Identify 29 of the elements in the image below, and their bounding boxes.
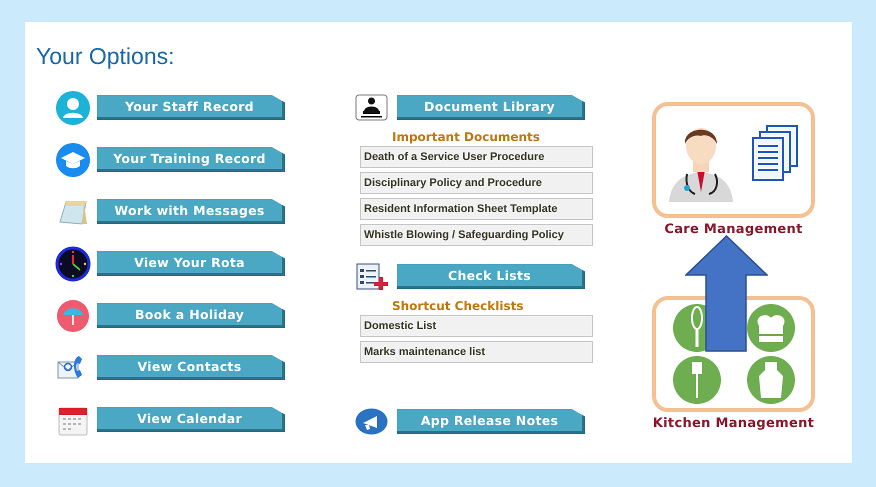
option-button[interactable]: Your Staff Record [97,95,285,120]
tile-label: Kitchen Management [652,415,814,433]
megaphone-icon[interactable] [355,408,388,435]
reader-icon[interactable] [355,94,388,121]
option-button[interactable]: View Contacts [97,355,285,380]
document-link[interactable]: Death of a Service User Procedure [360,146,593,168]
option-button[interactable]: View Your Rota [97,251,285,276]
option-button[interactable]: View Calendar [97,407,285,432]
document-link[interactable]: Resident Information Sheet Template [360,198,593,220]
person-icon[interactable] [55,90,91,126]
checklist-icon[interactable] [355,263,388,290]
tile-label: Care Management [664,221,803,239]
option-button[interactable]: Book a Holiday [97,303,285,328]
document-link[interactable]: Marks maintenance list [360,341,593,363]
page-title: Your Options: [36,42,175,71]
graduation-cap-icon[interactable] [55,142,91,178]
document-link[interactable]: Disciplinary Policy and Procedure [360,172,593,194]
option-button[interactable]: Your Training Record [97,147,285,172]
menu-tile[interactable] [652,102,815,218]
section-heading: Important Documents [391,129,541,146]
document-link[interactable]: Whistle Blowing / Safeguarding Policy [360,224,593,246]
option-button[interactable]: Check Lists [397,264,585,289]
option-button[interactable]: Work with Messages [97,199,285,224]
option-button[interactable]: App Release Notes [397,409,585,434]
document-link[interactable]: Domestic List [360,315,593,337]
clock-icon[interactable] [55,246,91,282]
section-heading: Shortcut Checklists [391,298,524,315]
option-button[interactable]: Document Library [397,95,585,120]
umbrella-icon[interactable] [55,298,91,334]
